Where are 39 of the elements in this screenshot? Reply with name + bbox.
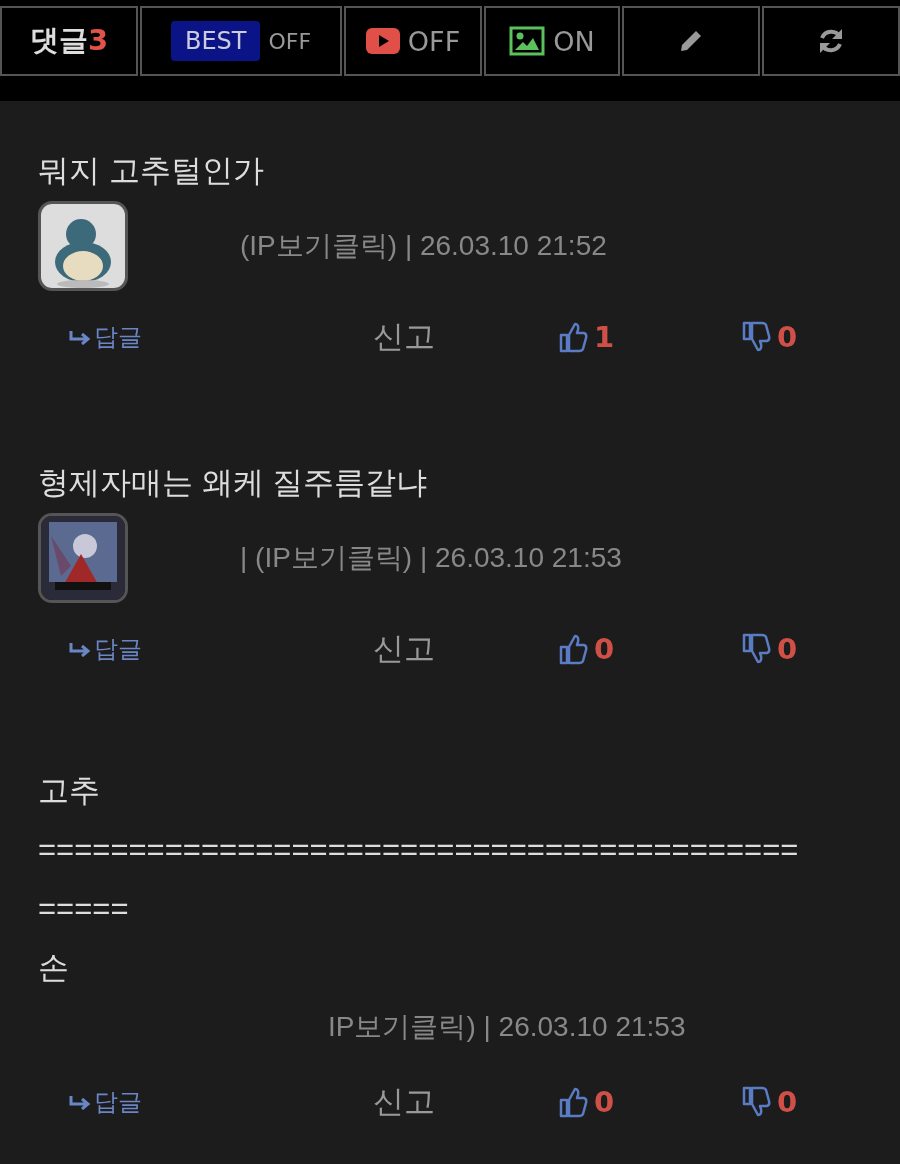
best-label: BEST (170, 21, 261, 61)
image-toggle[interactable]: ON (484, 6, 620, 76)
dislike-button[interactable]: 0 (741, 1085, 891, 1119)
thumbs-up-icon (558, 633, 588, 665)
comment-meta: (IP보기클릭) | 26.03.10 21:52 (239, 229, 607, 263)
reply-link[interactable]: 답글 (68, 321, 373, 353)
like-button[interactable]: 0 (558, 1085, 741, 1119)
comment-meta: IP보기클릭) | 26.03.10 21:53 (327, 1010, 686, 1044)
reply-link[interactable]: 답글 (68, 1086, 373, 1118)
thumbs-down-icon (741, 1086, 771, 1118)
dislike-button[interactable]: 0 (741, 632, 891, 666)
like-button[interactable]: 0 (558, 632, 741, 666)
video-toggle[interactable]: OFF (344, 6, 482, 76)
video-icon (365, 28, 400, 54)
reply-arrow-icon (68, 329, 92, 345)
thumbs-down-icon (741, 321, 771, 353)
report-button[interactable]: 신고 (373, 628, 435, 670)
comment-text: 손 (38, 949, 69, 987)
comment-text: 고추 (38, 772, 100, 810)
refresh-button[interactable] (762, 6, 900, 76)
reply-arrow-icon (68, 641, 92, 657)
reply-link[interactable]: 답글 (68, 633, 373, 665)
image-icon (509, 26, 546, 56)
comment-count-tab[interactable]: 댓글3 (0, 6, 138, 76)
reply-arrow-icon (68, 1094, 92, 1110)
dislike-button[interactable]: 0 (741, 320, 891, 354)
comment-text: 형제자매는 왜케 질주름같냐 (38, 464, 428, 502)
thumbs-up-icon (558, 1086, 588, 1118)
comment-text: ===== (38, 890, 129, 928)
like-button[interactable]: 1 (558, 320, 741, 354)
report-button[interactable]: 신고 (373, 1081, 435, 1123)
thumbs-up-icon (558, 321, 588, 353)
best-toggle[interactable]: BEST OFF (140, 6, 342, 76)
thumbs-down-icon (741, 633, 771, 665)
report-button[interactable]: 신고 (373, 316, 435, 358)
comment-text: ========================================== (38, 831, 799, 869)
comment-text: 뭐지 고추털인가 (38, 152, 264, 190)
comment-meta: | (IP보기클릭) | 26.03.10 21:53 (239, 541, 622, 575)
best-state: OFF (268, 28, 312, 54)
